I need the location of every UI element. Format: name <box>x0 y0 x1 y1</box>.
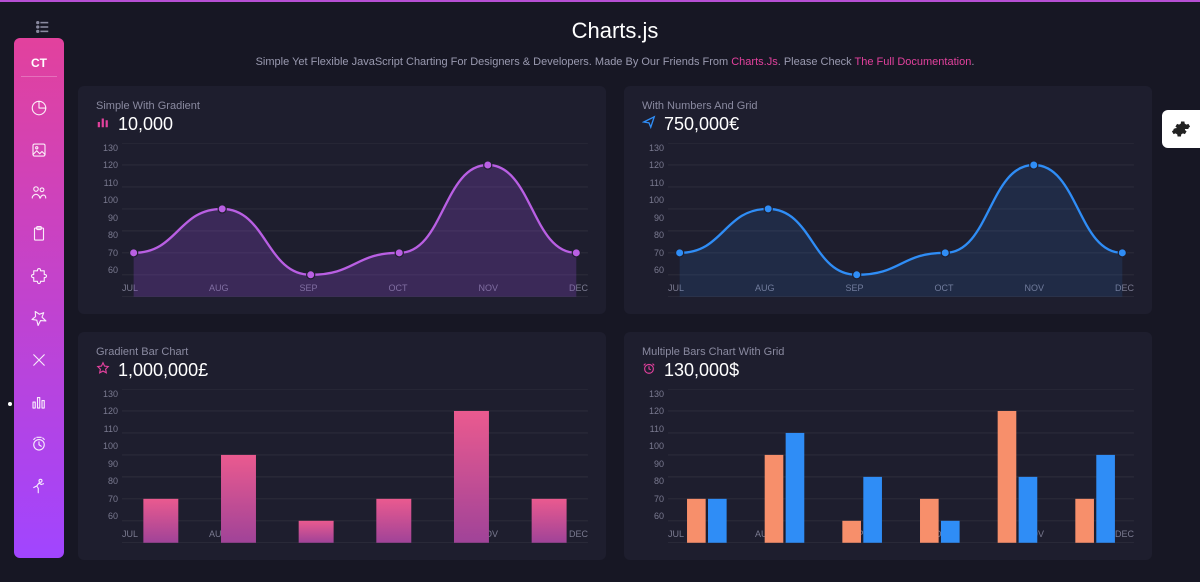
card-title: Gradient Bar Chart <box>96 346 588 358</box>
y-tick: 130 <box>96 143 118 153</box>
y-tick: 130 <box>96 389 118 399</box>
tools-icon <box>30 351 48 374</box>
gear-icon <box>1171 119 1191 139</box>
y-tick: 90 <box>642 213 664 223</box>
y-tick: 80 <box>642 230 664 240</box>
y-tick: 120 <box>642 406 664 416</box>
metric-value: 1,000,000£ <box>118 360 208 381</box>
chart-card: With Numbers And Grid750,000€13012011010… <box>624 86 1152 314</box>
chartsjs-link[interactable]: Charts.Js <box>731 56 777 68</box>
y-tick: 60 <box>96 511 118 521</box>
subtitle-text: Simple Yet Flexible JavaScript Charting … <box>256 56 732 68</box>
card-title: With Numbers And Grid <box>642 100 1134 112</box>
star-icon <box>96 361 110 380</box>
run-icon <box>30 477 48 500</box>
clipboard-icon <box>30 225 48 248</box>
y-tick: 110 <box>96 178 118 188</box>
chart-card: Gradient Bar Chart1,000,000£130120110100… <box>78 332 606 560</box>
chart-card: Simple With Gradient10,00013012011010090… <box>78 86 606 314</box>
subtitle-text-3: . <box>971 56 974 68</box>
y-tick: 90 <box>96 213 118 223</box>
sidebar: CT <box>14 38 64 558</box>
main-content: Charts.js Simple Yet Flexible JavaScript… <box>78 2 1152 582</box>
page-title: Charts.js <box>78 18 1152 44</box>
y-tick: 110 <box>642 424 664 434</box>
y-tick: 110 <box>642 178 664 188</box>
sidebar-item-run[interactable] <box>14 467 64 509</box>
y-tick: 120 <box>642 160 664 170</box>
alarm-icon <box>642 361 656 380</box>
card-title: Simple With Gradient <box>96 100 588 112</box>
metric-value: 10,000 <box>118 114 173 135</box>
clock-icon <box>30 435 48 458</box>
send-icon <box>642 115 656 134</box>
sidebar-logo[interactable]: CT <box>21 46 57 77</box>
y-tick: 70 <box>96 494 118 504</box>
sidebar-item-image[interactable] <box>14 131 64 173</box>
sidebar-item-users[interactable] <box>14 173 64 215</box>
y-tick: 60 <box>96 265 118 275</box>
sidebar-item-pie-chart[interactable] <box>14 89 64 131</box>
y-tick: 120 <box>96 406 118 416</box>
sidebar-item-tools[interactable] <box>14 341 64 383</box>
chart-plot: 13012011010090807060JULAUGSEPOCTNOVDEC <box>668 389 1134 539</box>
sidebar-item-clipboard[interactable] <box>14 215 64 257</box>
puzzle-icon <box>30 267 48 290</box>
menu-toggle-icon[interactable] <box>36 20 50 39</box>
y-tick: 70 <box>96 248 118 258</box>
y-tick: 100 <box>96 195 118 205</box>
metric-value: 750,000€ <box>664 114 739 135</box>
sidebar-item-clock[interactable] <box>14 425 64 467</box>
chart-plot: 13012011010090807060JULAUGSEPOCTNOVDEC <box>122 389 588 539</box>
y-tick: 100 <box>96 441 118 451</box>
subtitle-text-2: . Please Check <box>778 56 855 68</box>
y-tick: 130 <box>642 389 664 399</box>
chart-plot: 13012011010090807060JULAUGSEPOCTNOVDEC <box>122 143 588 293</box>
y-tick: 100 <box>642 195 664 205</box>
y-tick: 80 <box>642 476 664 486</box>
pin-icon <box>30 309 48 332</box>
image-icon <box>30 141 48 164</box>
page-subtitle: Simple Yet Flexible JavaScript Charting … <box>78 56 1152 68</box>
bar-mini-icon <box>96 115 110 134</box>
y-tick: 110 <box>96 424 118 434</box>
y-tick: 60 <box>642 511 664 521</box>
y-tick: 70 <box>642 494 664 504</box>
y-tick: 90 <box>96 459 118 469</box>
sidebar-item-puzzle[interactable] <box>14 257 64 299</box>
documentation-link[interactable]: The Full Documentation <box>855 56 972 68</box>
users-icon <box>30 183 48 206</box>
y-tick: 60 <box>642 265 664 275</box>
sidebar-item-pin[interactable] <box>14 299 64 341</box>
y-tick: 80 <box>96 476 118 486</box>
y-tick: 80 <box>96 230 118 240</box>
y-tick: 70 <box>642 248 664 258</box>
metric-value: 130,000$ <box>664 360 739 381</box>
chart-card: Multiple Bars Chart With Grid130,000$130… <box>624 332 1152 560</box>
y-tick: 120 <box>96 160 118 170</box>
y-tick: 130 <box>642 143 664 153</box>
pie-chart-icon <box>30 99 48 122</box>
y-tick: 90 <box>642 459 664 469</box>
sidebar-item-bar-chart[interactable] <box>14 383 64 425</box>
chart-plot: 13012011010090807060JULAUGSEPOCTNOVDEC <box>668 143 1134 293</box>
settings-button[interactable] <box>1162 110 1200 148</box>
y-tick: 100 <box>642 441 664 451</box>
bar-chart-icon <box>30 393 48 416</box>
card-title: Multiple Bars Chart With Grid <box>642 346 1134 358</box>
